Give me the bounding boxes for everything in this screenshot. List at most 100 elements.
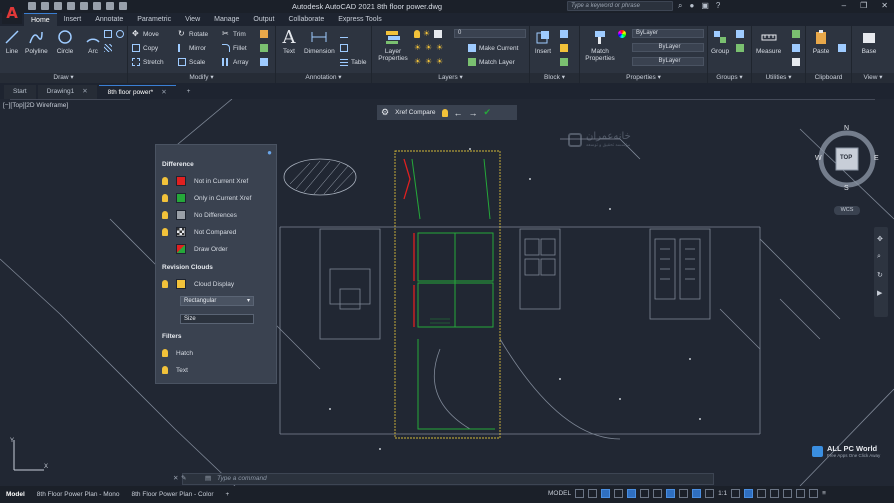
lineweight-icon[interactable] [653,489,663,498]
circle-tool[interactable]: Circle [56,28,74,55]
difference-row-not-in-current[interactable]: Not in Current Xref [162,176,248,186]
new-tab-button[interactable]: + [178,85,200,99]
lightbulb-icon[interactable] [162,194,168,202]
group-tool[interactable]: Group [711,28,729,55]
insert-block-tool[interactable]: Insert [534,28,552,55]
block-panel-title[interactable]: Block ▾ [530,73,579,83]
previous-change-icon[interactable]: ← [454,108,463,118]
trim-button[interactable]: ✂ Trim [222,30,246,38]
lineweight-dropdown[interactable]: ByLayer [632,43,704,52]
units-icon[interactable] [757,489,767,498]
annotation-panel-title[interactable]: Annotation ▾ [276,73,371,83]
cloud-display-row[interactable]: Cloud Display [162,279,234,289]
create-block-icon[interactable] [560,30,568,38]
add-layout-button[interactable]: + [220,491,236,498]
clipboard-panel-title[interactable]: Clipboard [806,73,851,83]
match-properties-tool[interactable]: Match Properties [582,28,618,62]
draw-panel-title[interactable]: Draw ▾ [0,73,127,83]
save-as-icon[interactable] [67,2,75,10]
ungroup-icon[interactable] [736,30,744,38]
customization-menu-icon[interactable]: ≡ [822,490,826,497]
lightbulb-icon[interactable] [162,349,168,357]
linetype-dropdown[interactable]: ByLayer [632,57,704,66]
layout-tab-mono[interactable]: 8th Floor Power Plan - Mono [31,491,126,498]
share-icon[interactable] [119,2,127,10]
maximize-button[interactable]: ❐ [860,1,867,10]
stretch-button[interactable]: Stretch [132,58,164,66]
erase-icon[interactable] [260,30,268,38]
tab-express-tools[interactable]: Express Tools [331,13,388,26]
properties-panel-title[interactable]: Properties ▾ [580,73,707,83]
color-dropdown[interactable]: ByLayer [632,29,704,38]
wrench-icon[interactable]: ✎ [181,474,186,484]
ortho-icon[interactable] [601,489,611,498]
yellow-swatch[interactable] [176,279,186,289]
id-point-icon[interactable] [792,58,800,66]
drawing-canvas[interactable]: [−][Top][2D Wireframe] ⚙ Xref Compare ← … [0,99,894,486]
selection-cycling-icon[interactable] [679,489,689,498]
checkmark-icon[interactable]: ✔ [484,107,492,118]
cloud-shape-select[interactable]: Rectangular ▾ [180,296,254,306]
move-button[interactable]: ✥ Move [132,30,159,38]
mark-icon[interactable] [340,44,348,52]
modify-panel-title[interactable]: Modify ▾ [128,73,275,83]
arc-tool[interactable]: Arc [84,28,102,55]
close-command-icon[interactable]: ✕ [173,474,178,484]
minimize-button[interactable]: – [842,1,846,10]
leader-icon[interactable] [340,30,348,38]
search-icon[interactable]: ⌕ [678,1,682,11]
lightbulb-icon[interactable] [162,280,168,288]
dimension-tool[interactable]: Dimension [304,28,335,55]
hardware-acceleration-icon[interactable] [796,489,806,498]
viewcube[interactable]: N S E W TOP [810,121,882,201]
annotation-visibility-icon[interactable] [692,489,702,498]
sun-icon[interactable]: ☀ [423,30,431,38]
layout-tab-color[interactable]: 8th Floor Power Plan - Color [126,491,220,498]
lightbulb-icon[interactable] [162,177,168,185]
user-icon[interactable]: ● [689,1,694,11]
compass-north[interactable]: N [844,125,849,132]
close-tab-icon[interactable]: ✕ [161,89,166,96]
fillet-button[interactable]: Fillet [222,44,247,52]
osnap-icon[interactable] [627,489,637,498]
layer-unlock-icon[interactable]: ☀ [425,58,433,66]
pan-icon[interactable]: ✥ [877,235,883,243]
color-square-icon[interactable] [434,30,442,38]
layers-panel-title[interactable]: Layers ▾ [372,73,529,83]
orbit-icon[interactable]: ↻ [877,271,883,279]
showmotion-icon[interactable]: ▶ [877,289,882,297]
next-change-icon[interactable]: → [469,108,478,118]
utilities-panel-title[interactable]: Utilities ▾ [752,73,805,83]
lightbulb-icon[interactable] [162,228,168,236]
pin-icon[interactable]: ● [267,148,272,157]
command-line[interactable]: ✕ ✎ ▤ Type a command [173,473,714,485]
tab-home[interactable]: Home [24,13,57,26]
green-swatch[interactable] [176,193,186,203]
autoscale-icon[interactable] [705,489,715,498]
navigation-bar[interactable]: ✥ ⌕ ↻ ▶ [874,227,888,317]
compass-west[interactable]: W [815,155,822,162]
annotation-scale[interactable]: 1:1 [718,490,727,497]
print-icon[interactable] [80,2,88,10]
filter-hatch-row[interactable]: Hatch [162,349,193,357]
offset-icon[interactable] [260,58,268,66]
polyline-tool[interactable]: Polyline [25,28,48,55]
autocad-logo-icon[interactable]: A [2,2,22,24]
tab-collaborate[interactable]: Collaborate [281,13,331,26]
explode-icon[interactable] [260,44,268,52]
ellipse-icon[interactable] [116,30,124,38]
line-tool[interactable]: Line [3,28,21,55]
new-icon[interactable] [28,2,36,10]
close-tab-icon[interactable]: ✕ [82,88,87,95]
lightbulb-icon[interactable] [441,108,448,117]
base-tool[interactable]: Base [860,28,878,55]
annotation-monitor-icon[interactable] [744,489,754,498]
snap-icon[interactable] [588,489,598,498]
block-attribute-icon[interactable] [560,58,568,66]
viewcube-top-face[interactable]: TOP [840,155,852,161]
difference-row-draw-order[interactable]: Draw Order [162,244,228,254]
search-input[interactable]: Type a keyword or phrase [567,1,673,11]
lightbulb-icon[interactable] [414,30,420,38]
tab-manage[interactable]: Manage [207,13,246,26]
help-icon[interactable]: ? [716,1,720,11]
